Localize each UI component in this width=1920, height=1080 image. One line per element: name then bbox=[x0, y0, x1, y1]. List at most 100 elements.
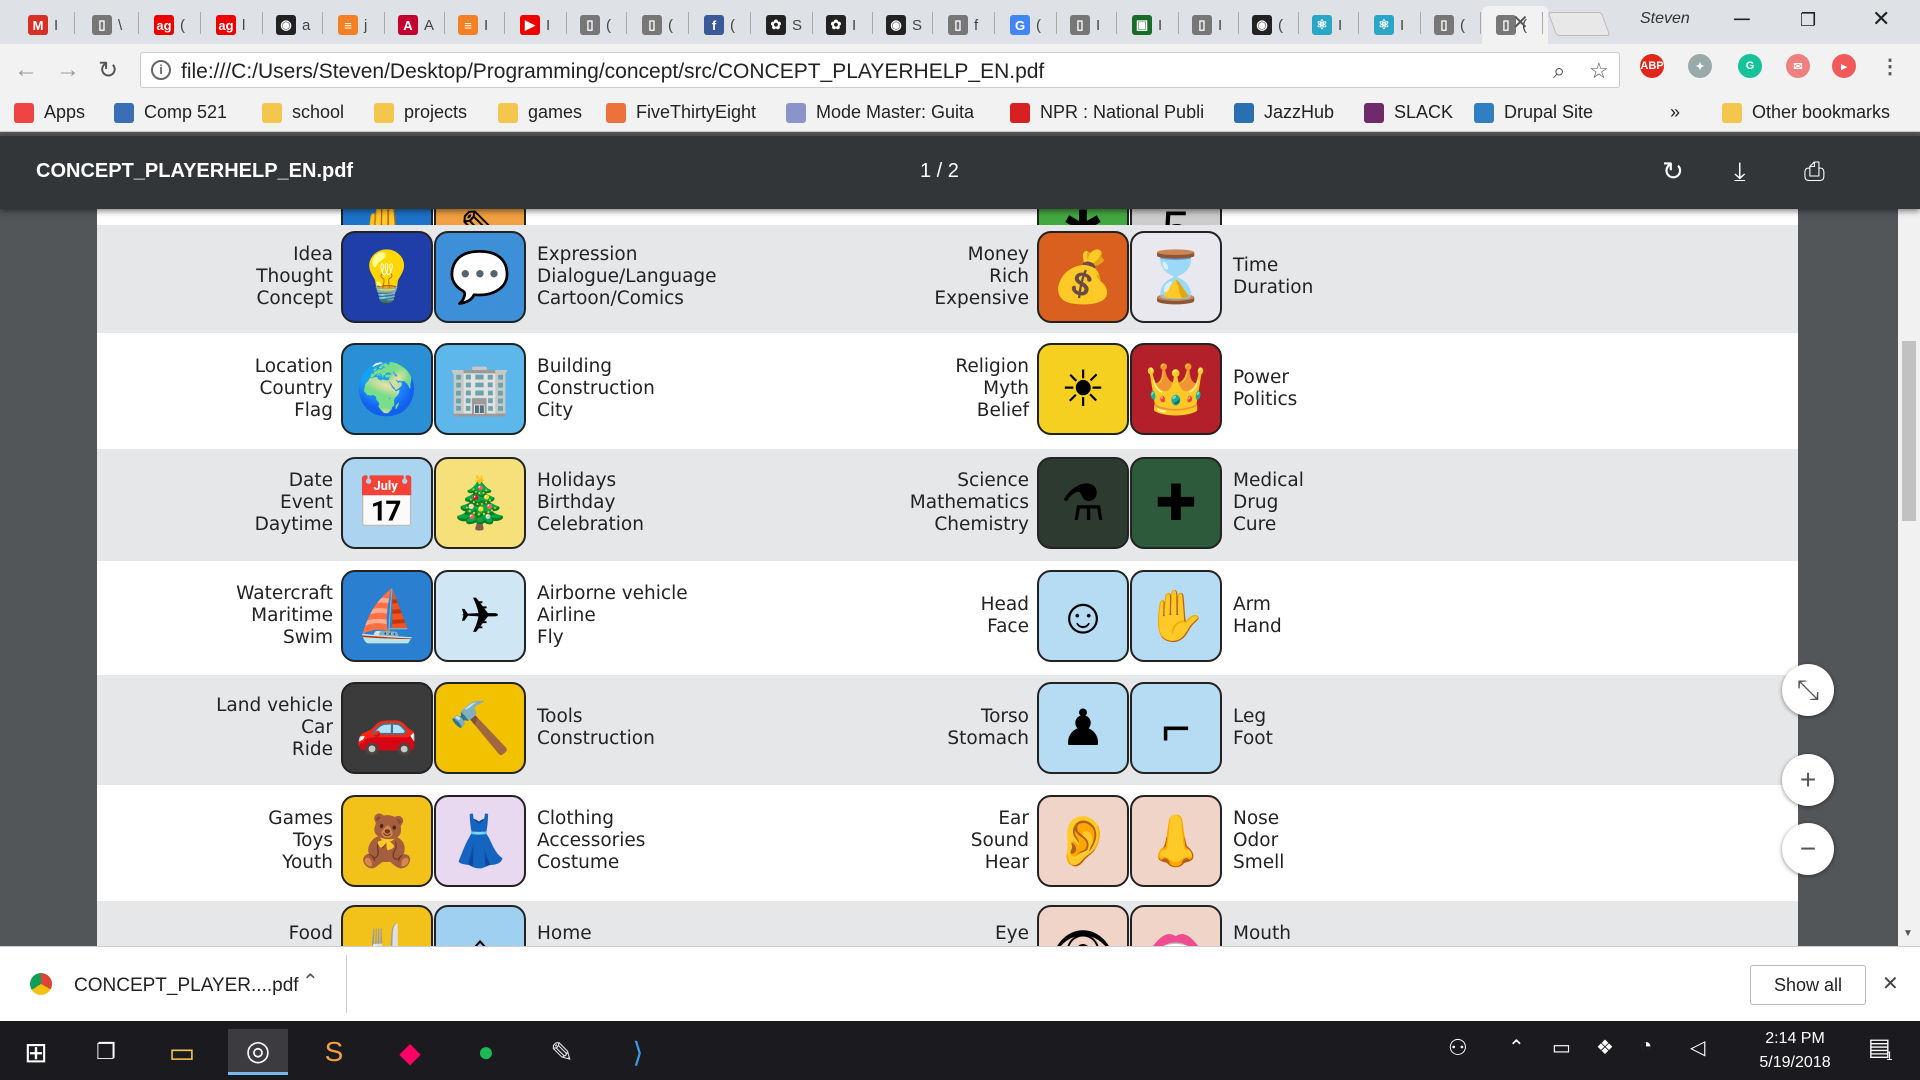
people-icon[interactable]: ⚇ bbox=[1448, 1035, 1468, 1061]
dropbox-icon[interactable]: ❖ bbox=[1596, 1035, 1614, 1060]
tab-label: I bbox=[1218, 16, 1223, 34]
browser-tab[interactable]: f( bbox=[690, 6, 750, 44]
vscode-icon[interactable]: ⟩ bbox=[608, 1029, 668, 1075]
browser-tab[interactable]: ✿ S bbox=[752, 6, 812, 44]
other-bookmarks[interactable]: Other bookmarks bbox=[1722, 102, 1890, 123]
browser-tab[interactable]: AA bbox=[384, 6, 444, 44]
concept-label: Duration bbox=[1233, 277, 1314, 298]
extension-icon[interactable]: ✉ bbox=[1786, 54, 1810, 78]
bookmark-item[interactable]: school bbox=[262, 102, 344, 123]
bookmark-item[interactable]: JazzHub bbox=[1234, 102, 1334, 123]
scrollbar[interactable]: ▲ ▼ bbox=[1898, 136, 1920, 946]
browser-tab[interactable]: ▯ I bbox=[1056, 6, 1116, 44]
spotify-icon[interactable]: ● bbox=[456, 1029, 516, 1075]
page-indicator[interactable]: 1 / 2 bbox=[920, 160, 959, 183]
zoom-icon[interactable]: ⌕ bbox=[1553, 58, 1565, 84]
volume-icon[interactable]: ◁ bbox=[1690, 1035, 1705, 1060]
bookmark-item[interactable]: FiveThirtyEight bbox=[606, 102, 756, 123]
tab-separator bbox=[1116, 12, 1117, 34]
bookmark-item[interactable]: Apps bbox=[14, 102, 85, 123]
browser-tab[interactable]: ≡ I bbox=[444, 6, 504, 44]
paint-icon[interactable]: ✎ bbox=[532, 1029, 592, 1075]
back-icon[interactable]: ← bbox=[14, 56, 38, 84]
bookmark-item[interactable]: games bbox=[498, 102, 582, 123]
menu-icon[interactable]: ⋮ bbox=[1878, 54, 1902, 78]
profile-name[interactable]: Steven bbox=[1640, 10, 1690, 28]
adblock-icon[interactable]: ABP bbox=[1640, 54, 1664, 78]
browser-tab[interactable]: ⚛ I bbox=[1298, 6, 1358, 44]
scroll-down-icon[interactable]: ▼ bbox=[1903, 928, 1913, 939]
sublime-icon[interactable]: S bbox=[304, 1029, 364, 1075]
browser-tab[interactable]: ▯ \ bbox=[78, 6, 138, 44]
browser-tab[interactable]: ▯( bbox=[1420, 6, 1480, 44]
fit-page-icon[interactable]: ⤡ bbox=[1782, 664, 1834, 716]
wifi-icon[interactable]: ◔ bbox=[1640, 1035, 1652, 1058]
task-view-icon[interactable]: ❐ bbox=[76, 1029, 136, 1075]
browser-tab[interactable]: ag ( bbox=[140, 6, 200, 44]
browser-tab[interactable]: ▯( bbox=[628, 6, 688, 44]
chrome-taskbar-icon[interactable]: ◎ bbox=[228, 1029, 288, 1075]
concept-label: Food bbox=[288, 923, 333, 944]
chevron-up-icon[interactable]: ⌃ bbox=[302, 969, 319, 994]
browser-tab[interactable]: ✿ I bbox=[812, 6, 872, 44]
concept-label: Chemistry bbox=[934, 514, 1029, 535]
concept-label: Head bbox=[980, 594, 1029, 615]
bookmark-item[interactable]: Drupal Site bbox=[1474, 102, 1593, 123]
info-icon[interactable]: i bbox=[151, 60, 171, 80]
file-explorer-icon[interactable]: ▭ bbox=[152, 1029, 212, 1075]
bookmark-item[interactable]: Mode Master: Guita bbox=[786, 102, 974, 123]
url-text[interactable]: file:///C:/Users/Steven/Desktop/Programm… bbox=[181, 60, 1044, 84]
show-all-button[interactable]: Show all bbox=[1750, 965, 1866, 1005]
download-filename[interactable]: CONCEPT_PLAYER....pdf bbox=[74, 975, 299, 997]
address-bar[interactable]: i file:///C:/Users/Steven/Desktop/Progra… bbox=[140, 52, 1620, 88]
windows-start-icon[interactable]: ⊞ bbox=[6, 1029, 66, 1075]
bookmarks-overflow-icon[interactable]: » bbox=[1670, 102, 1680, 123]
battery-icon[interactable]: ▭ bbox=[1552, 1035, 1571, 1060]
download-icon[interactable]: ⤓ bbox=[1734, 156, 1746, 188]
browser-tab[interactable]: ◉ a bbox=[262, 6, 322, 44]
google-icon: G bbox=[1010, 15, 1030, 35]
close-shelf-icon[interactable]: ✕ bbox=[1882, 971, 1899, 996]
extension-icon[interactable]: ▸ bbox=[1832, 54, 1856, 78]
browser-tab[interactable]: ▯ I bbox=[1178, 6, 1238, 44]
minimize-icon[interactable]: ─ bbox=[1734, 6, 1750, 32]
extension-icon[interactable]: ✦ bbox=[1688, 54, 1712, 78]
gitkraken-icon[interactable]: ◆ bbox=[380, 1029, 440, 1075]
restore-icon[interactable]: ❐ bbox=[1800, 10, 1816, 31]
bookmark-item[interactable]: SLACK bbox=[1364, 102, 1453, 123]
browser-tab[interactable]: ◉ S bbox=[872, 6, 932, 44]
close-tab-icon[interactable]: ✕ bbox=[1512, 10, 1529, 35]
zoom-in-button[interactable]: + bbox=[1782, 754, 1834, 806]
openai-icon: ✿ bbox=[766, 15, 786, 35]
scrollbar-thumb[interactable] bbox=[1902, 341, 1916, 521]
browser-tab[interactable]: MI bbox=[14, 6, 74, 44]
reload-icon[interactable]: ↻ bbox=[98, 56, 118, 85]
chevron-up-icon[interactable]: ⌃ bbox=[1508, 1035, 1525, 1060]
zoom-out-button[interactable]: − bbox=[1782, 823, 1834, 875]
browser-tab[interactable]: ▯ f bbox=[934, 6, 994, 44]
jazzhub-icon bbox=[1234, 102, 1254, 123]
browser-tab[interactable]: ◉( bbox=[1238, 6, 1298, 44]
forward-icon[interactable]: → bbox=[56, 56, 80, 84]
bookmark-item[interactable]: Comp 521 bbox=[114, 102, 227, 123]
rotate-icon[interactable]: ↻ bbox=[1662, 156, 1684, 187]
folder-icon bbox=[262, 102, 282, 123]
pdf-viewer[interactable]: ✋✎✱5SensesName💡💬💰⌛IdeaThoughtConceptExpr… bbox=[0, 209, 1898, 946]
window-close-icon[interactable]: ✕ bbox=[1872, 6, 1890, 32]
bookmark-item[interactable]: NPR : National Publi bbox=[1010, 102, 1204, 123]
new-tab-button[interactable] bbox=[1547, 12, 1611, 36]
concept-label-group: Ear Sound Hear bbox=[797, 808, 1029, 874]
browser-tab[interactable]: ▶ I bbox=[506, 6, 566, 44]
browser-tab[interactable]: ▣ I bbox=[1118, 6, 1178, 44]
browser-tab[interactable]: ⚛ I bbox=[1360, 6, 1420, 44]
bookmark-star-icon[interactable]: ☆ bbox=[1589, 58, 1609, 84]
grammarly-icon[interactable]: G bbox=[1738, 54, 1762, 78]
bookmark-item[interactable]: projects bbox=[374, 102, 467, 123]
browser-tab[interactable]: ≡ j bbox=[324, 6, 384, 44]
browser-tab[interactable]: G( bbox=[996, 6, 1056, 44]
print-icon[interactable]: ⎙ bbox=[1804, 156, 1825, 188]
tab-strip: M I ▯ \ ag(ag l ◉ a ≡ j A A ≡ I ▶ I ▯(▯(f(✿ S ✿ I ◉ S ▯ f G(▯ I ▣ I… bbox=[0, 0, 1920, 44]
clock[interactable]: 2:14 PM 5/19/2018 bbox=[1740, 1027, 1850, 1075]
browser-tab[interactable]: ▯( bbox=[566, 6, 626, 44]
browser-tab[interactable]: ag l bbox=[202, 6, 262, 44]
